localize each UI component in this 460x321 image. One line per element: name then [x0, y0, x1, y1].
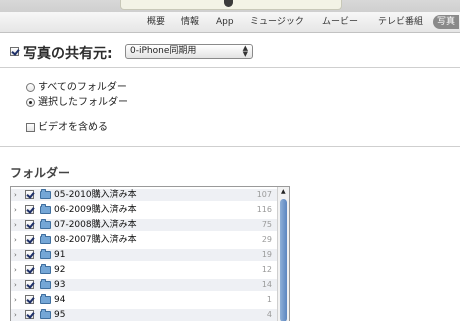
share-photos-checkbox[interactable]: [10, 47, 19, 56]
expand-icon[interactable]: ›: [14, 294, 17, 306]
folder-count: 116: [256, 205, 272, 214]
folder-checkbox[interactable]: [25, 280, 34, 289]
folder-checkbox[interactable]: [25, 310, 34, 319]
tab-summary[interactable]: 概要: [147, 15, 165, 29]
list-item[interactable]: › 08-2007購入済み本 29: [11, 234, 278, 246]
tab-music[interactable]: ミュージック: [250, 15, 304, 29]
divider: [0, 146, 460, 147]
selected-folders-radio[interactable]: [26, 97, 35, 107]
include-video-label: ビデオを含める: [38, 122, 108, 133]
list-item[interactable]: › 06-2009購入済み本 116: [11, 204, 278, 216]
tab-tv-shows[interactable]: テレビ番組: [378, 15, 423, 29]
folder-checkbox[interactable]: [25, 205, 34, 214]
all-folders-label: すべてのフォルダー: [38, 82, 127, 93]
tab-apps[interactable]: App: [216, 15, 234, 29]
folder-count: 1: [266, 295, 272, 304]
folder-icon: [40, 204, 51, 214]
folder-icon: [40, 189, 51, 199]
folder-icon: [40, 249, 51, 259]
expand-icon[interactable]: ›: [14, 264, 17, 276]
folder-name: 91: [54, 250, 66, 260]
folder-name: 95: [54, 310, 66, 320]
tab-bar: 概要 情報 App ミュージック ムービー テレビ番組 写真: [0, 12, 460, 33]
folder-name: 08-2007購入済み本: [54, 235, 137, 245]
folder-checkbox[interactable]: [25, 265, 34, 274]
folder-icon: [40, 234, 51, 244]
folder-count: 75: [261, 220, 272, 229]
expand-icon[interactable]: ›: [14, 189, 17, 201]
expand-icon[interactable]: ›: [14, 234, 17, 246]
scroll-up-icon[interactable]: ▲: [281, 188, 286, 195]
divider: [0, 67, 460, 68]
folder-name: 93: [54, 280, 66, 290]
scroll-thumb[interactable]: [280, 199, 287, 321]
folder-checkbox[interactable]: [25, 250, 34, 259]
include-video-checkbox[interactable]: [26, 122, 35, 132]
folder-count: 29: [261, 235, 272, 244]
folder-icon: [40, 294, 51, 304]
photo-source-value: 0-iPhone同期用: [130, 46, 197, 56]
folder-count: 19: [261, 250, 272, 259]
folder-name: 06-2009購入済み本: [54, 205, 137, 215]
list-item[interactable]: › 07-2008購入済み本 75: [11, 219, 278, 231]
folder-list-scrollbar[interactable]: ▲: [277, 187, 289, 321]
folder-checkbox[interactable]: [25, 190, 34, 199]
include-video-option[interactable]: ビデオを含める: [26, 121, 108, 135]
selected-folders-label: 選択したフォルダー: [38, 97, 128, 108]
folder-count: 12: [261, 265, 272, 274]
folders-heading: フォルダー: [10, 166, 71, 180]
all-folders-option[interactable]: すべてのフォルダー: [26, 81, 127, 95]
folder-name: 07-2008購入済み本: [54, 220, 137, 230]
folder-name: 05-2010購入済み本: [54, 190, 137, 200]
list-item[interactable]: › 95 4: [11, 309, 278, 321]
expand-icon[interactable]: ›: [14, 279, 17, 291]
expand-icon[interactable]: ›: [14, 309, 17, 321]
select-arrows-icon: ▲ ▼: [242, 44, 248, 58]
folder-checkbox[interactable]: [25, 235, 34, 244]
folder-name: 94: [54, 295, 66, 305]
list-item[interactable]: › 93 14: [11, 279, 278, 291]
tab-info[interactable]: 情報: [181, 15, 199, 29]
list-item[interactable]: › 05-2010購入済み本 107: [11, 189, 278, 201]
selected-folders-option[interactable]: 選択したフォルダー: [26, 96, 128, 110]
folder-checkbox[interactable]: [25, 220, 34, 229]
expand-icon[interactable]: ›: [14, 219, 17, 231]
all-folders-radio[interactable]: [26, 82, 35, 92]
folder-icon: [40, 279, 51, 289]
list-item[interactable]: › 91 19: [11, 249, 278, 261]
folder-icon: [40, 264, 51, 274]
folder-icon: [40, 219, 51, 229]
folder-count: 107: [256, 190, 272, 199]
list-item[interactable]: › 94 1: [11, 294, 278, 306]
share-photos-label: 写真の共有元:: [23, 46, 113, 62]
tab-photos[interactable]: 写真: [433, 15, 460, 29]
folder-icon: [40, 309, 51, 319]
folder-list: › 05-2010購入済み本 107 › 06-2009購入済み本 116 › …: [10, 186, 290, 321]
folder-count: 4: [266, 310, 272, 319]
photo-source-select[interactable]: 0-iPhone同期用 ▲ ▼: [125, 44, 253, 59]
expand-icon[interactable]: ›: [14, 204, 17, 216]
folder-count: 14: [261, 280, 272, 289]
expand-icon[interactable]: ›: [14, 249, 17, 261]
list-item[interactable]: › 92 12: [11, 264, 278, 276]
folder-checkbox[interactable]: [25, 295, 34, 304]
tab-movies[interactable]: ムービー: [322, 15, 358, 29]
folder-name: 92: [54, 265, 66, 275]
